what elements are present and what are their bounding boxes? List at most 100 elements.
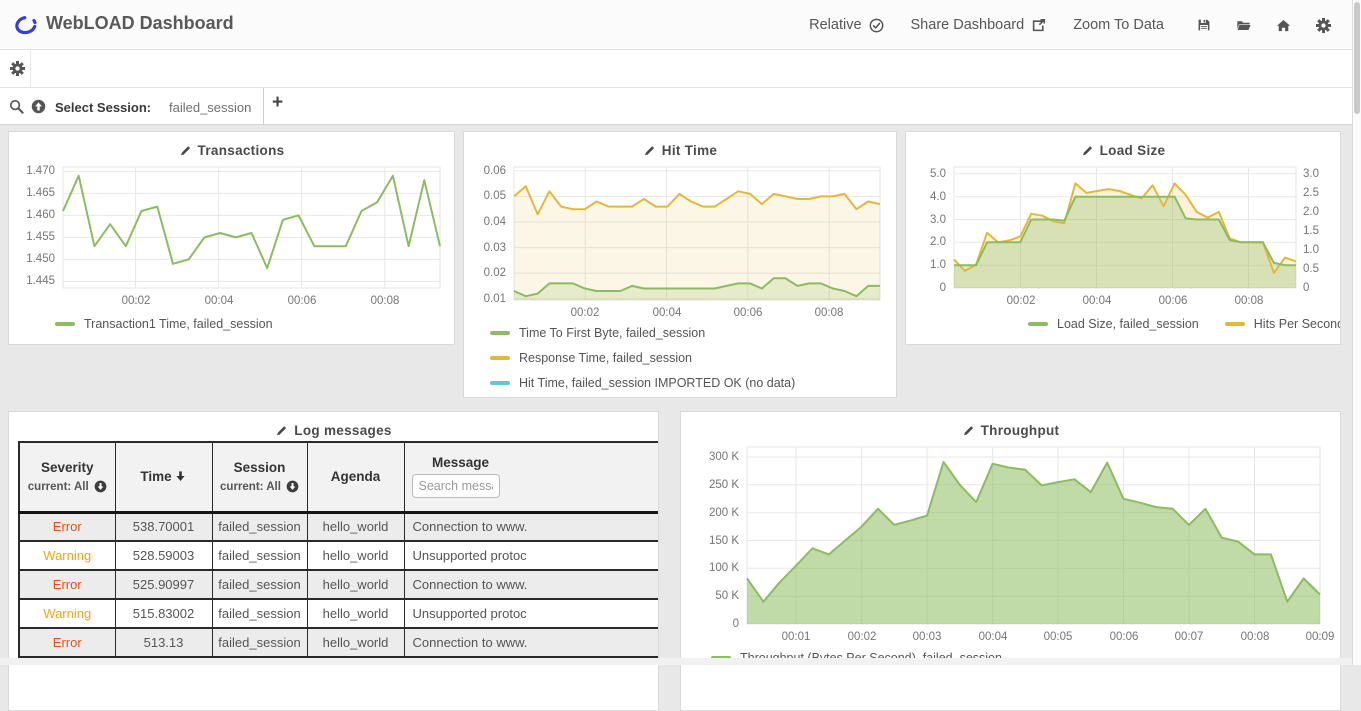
filter-current-label: current: All xyxy=(27,480,89,493)
session-tab-divider xyxy=(263,88,264,124)
log-messages-table: Severity current: All Time Session curre… xyxy=(18,441,658,658)
chart-title: Load Size xyxy=(1099,142,1166,158)
folder-open-icon[interactable] xyxy=(1236,18,1251,33)
save-icon[interactable] xyxy=(1197,18,1211,32)
severity-cell: Warning xyxy=(19,598,115,628)
severity-filter[interactable]: current: All xyxy=(20,480,115,493)
y-axis-tick: 0.04 xyxy=(483,216,506,228)
time-cell: 515.83002 xyxy=(114,598,212,628)
y-axis-tick: 300 K xyxy=(708,451,739,463)
time-column-header[interactable]: Time xyxy=(114,442,212,514)
column-label: Severity xyxy=(40,460,94,476)
agenda-cell: hello_world xyxy=(306,540,404,570)
time-cell: 513.13 xyxy=(114,627,212,657)
add-session-tab-button[interactable]: + xyxy=(272,93,283,112)
y-axis-tick: 1.465 xyxy=(26,187,55,199)
y2-axis-tick: 3.0 xyxy=(1303,168,1319,180)
session-tab-failed-session[interactable]: failed_session xyxy=(169,100,251,115)
y-axis-tick: 0 xyxy=(939,282,946,294)
y2-axis-tick: 1.0 xyxy=(1303,244,1319,256)
chart-title: Transactions xyxy=(197,142,285,158)
throughput-panel: Throughput 0 50 K 100 K 150 K 200 K 250 K 300 … xyxy=(680,411,1341,711)
y-axis-tick: 0.06 xyxy=(483,165,506,177)
x-axis-tick: 00:08 xyxy=(1240,631,1270,643)
severity-column-header[interactable]: Severity current: All xyxy=(19,442,115,514)
x-axis-tick: 00:05 xyxy=(1043,631,1073,643)
chart-legend: Load Size, failed_session Hits Per Second… xyxy=(1028,317,1340,331)
x-axis-tick: 00:03 xyxy=(912,631,942,643)
load-size-chart[interactable]: 0 1.0 2.0 3.0 4.0 5.0 0 0.5 1.0 1.5 2.0 2.5 3.0 00:02… xyxy=(910,162,1338,312)
hit-time-chart[interactable]: 0.01 0.02 0.03 0.04 0.05 0.06 00:02 00:04 00:06 0… xyxy=(468,162,894,324)
session-cell: failed_session xyxy=(211,540,307,570)
table-row: Error 538.70001 failed_session hello_world C… xyxy=(19,511,658,541)
chart-legend: Time To First Byte, failed_session Respon… xyxy=(490,326,796,397)
pencil-icon[interactable] xyxy=(275,424,288,437)
agenda-cell: hello_world xyxy=(306,598,404,628)
x-axis-tick: 00:01 xyxy=(781,631,811,643)
share-icon xyxy=(1031,18,1046,33)
table-row: Error 525.90997 failed_session hello_world C… xyxy=(19,569,658,599)
y-axis-tick: 0.01 xyxy=(483,293,506,305)
arrow-circle-up-icon[interactable] xyxy=(31,99,46,114)
pencil-icon[interactable] xyxy=(962,424,975,437)
panel-accent-stripe xyxy=(0,128,6,161)
severity-cell: Error xyxy=(19,569,115,599)
legend-label: Transaction1 Time, failed_session xyxy=(84,317,273,331)
menu-share-dashboard[interactable]: Share Dashboard xyxy=(911,17,1047,33)
webload-logo-icon xyxy=(13,14,39,36)
y-axis-tick: 4.0 xyxy=(930,191,946,203)
search-icon[interactable] xyxy=(9,99,24,114)
transactions-chart[interactable]: 1.445 1.450 1.455 1.460 1.465 1.470 00:02 00:04… xyxy=(13,162,452,312)
app-header: WebLOAD Dashboard Relative Share Dashboa… xyxy=(0,0,1361,50)
menu-relative[interactable]: Relative xyxy=(809,17,883,33)
y-axis-tick: 0.03 xyxy=(483,242,506,254)
message-cell: Connection to www. xyxy=(403,569,658,599)
y-axis-tick: 1.0 xyxy=(930,259,946,271)
y-axis-tick: 1.470 xyxy=(26,165,55,177)
severity-cell: Warning xyxy=(19,540,115,570)
x-axis-tick: 00:04 xyxy=(652,307,682,319)
header-menu: Relative Share Dashboard Zoom To Data xyxy=(809,0,1331,50)
session-cell: failed_session xyxy=(211,627,307,657)
gear-icon[interactable] xyxy=(10,61,25,76)
throughput-chart[interactable]: 0 50 K 100 K 150 K 200 K 250 K 300 K 00:01 00:02… xyxy=(687,442,1336,648)
y2-axis-tick: 2.0 xyxy=(1303,206,1319,218)
column-label: Time xyxy=(140,469,172,485)
legend-label: Hit Time, failed_session IMPORTED OK (no… xyxy=(519,376,796,390)
legend-item: Hits Per Second, failed_session xyxy=(1224,317,1340,331)
legend-item: Response Time, failed_session xyxy=(490,351,795,365)
y-axis-tick: 1.450 xyxy=(26,253,55,265)
session-cell: failed_session xyxy=(211,569,307,599)
arrow-circle-down-icon xyxy=(286,480,299,493)
pencil-icon[interactable] xyxy=(179,144,192,157)
session-filter[interactable]: current: All xyxy=(213,480,307,493)
panel-title: Transactions xyxy=(9,132,454,161)
menu-zoom-to-data[interactable]: Zoom To Data xyxy=(1073,17,1164,33)
horizontal-scrollbar-track[interactable] xyxy=(0,658,1361,665)
legend-label: Hits Per Second, failed_session xyxy=(1253,317,1340,331)
legend-swatch xyxy=(55,322,75,326)
pencil-icon[interactable] xyxy=(1081,144,1094,157)
vertical-scrollbar-thumb[interactable] xyxy=(1354,2,1360,114)
gear-icon[interactable] xyxy=(1316,17,1331,33)
legend-label: Time To First Byte, failed_session xyxy=(519,326,706,340)
pencil-icon[interactable] xyxy=(643,144,656,157)
message-cell: Unsupported protoc xyxy=(403,598,658,628)
y-axis-tick: 150 K xyxy=(708,535,739,547)
message-search-input[interactable] xyxy=(411,474,500,499)
legend-swatch xyxy=(1028,322,1048,326)
message-cell: Connection to www. xyxy=(403,627,658,657)
menu-zoom-label: Zoom To Data xyxy=(1073,17,1164,33)
app-title: WebLOAD Dashboard xyxy=(46,13,234,33)
menu-share-label: Share Dashboard xyxy=(910,17,1025,33)
y2-axis-tick: 2.5 xyxy=(1303,187,1319,199)
hit-time-panel: Hit Time 0.01 0.02 0.03 0.04 0.05 0.06 00:02 00… xyxy=(463,131,897,398)
x-axis-tick: 00:08 xyxy=(814,307,844,319)
legend-item: Time To First Byte, failed_session xyxy=(490,326,795,340)
vertical-scrollbar-track[interactable] xyxy=(1352,0,1361,665)
home-icon[interactable] xyxy=(1276,18,1291,33)
severity-cell: Error xyxy=(19,511,115,541)
x-axis-tick: 00:06 xyxy=(733,307,763,319)
session-column-header[interactable]: Session current: All xyxy=(211,442,307,514)
log-messages-panel: Log messages Severity current: All Time xyxy=(8,411,659,711)
